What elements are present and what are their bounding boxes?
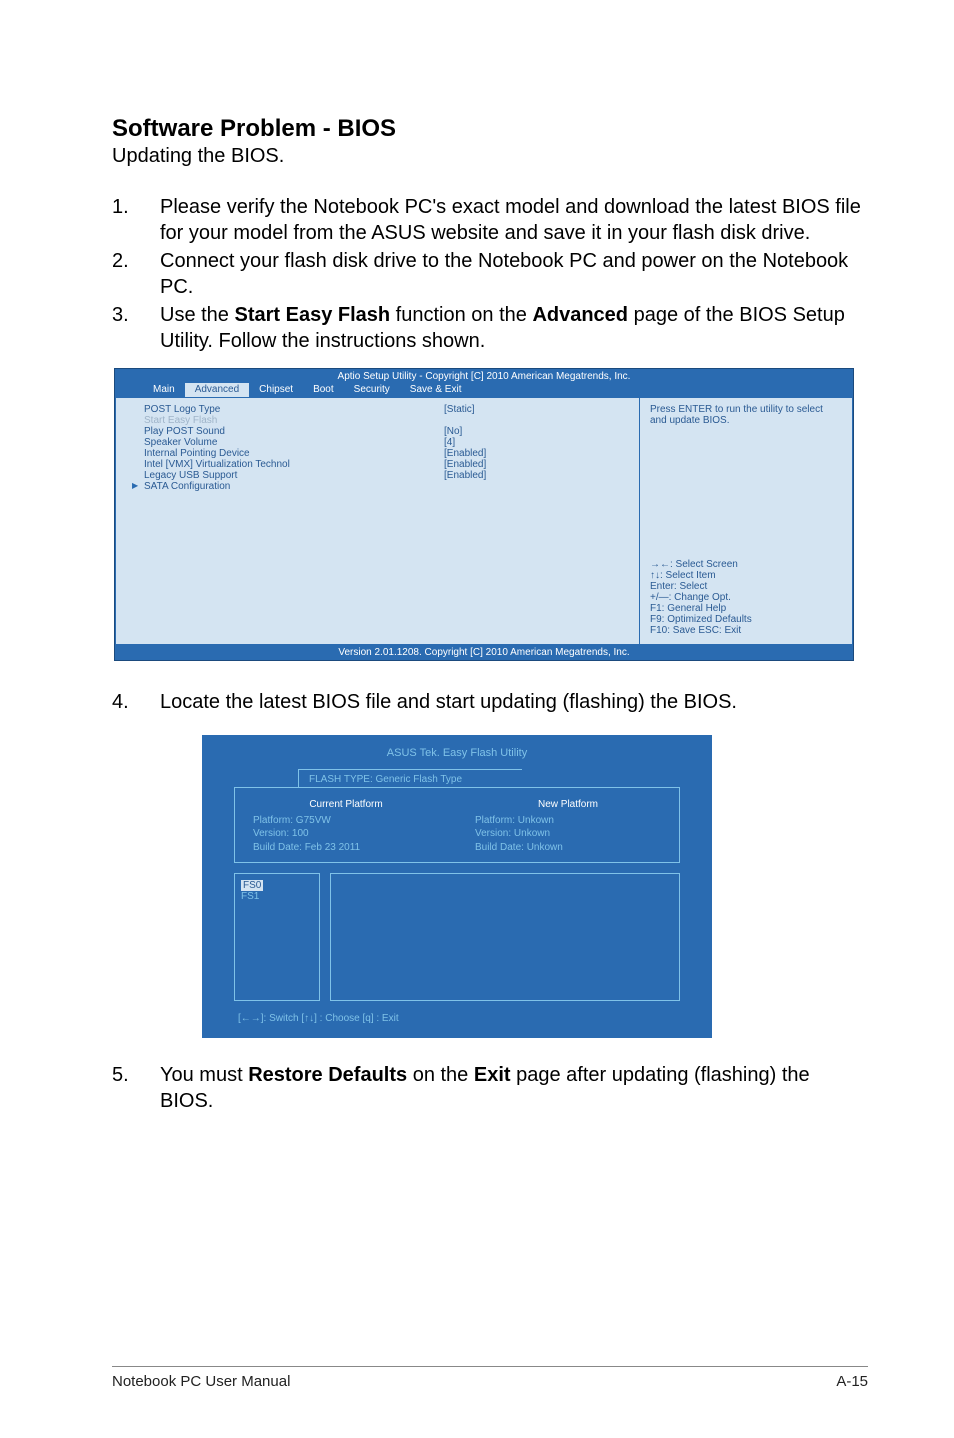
bold-fragment: Start Easy Flash [234, 304, 390, 326]
step-number: 3. [112, 302, 160, 354]
setting-value: [Enabled] [444, 459, 486, 470]
setting-value: [Static] [444, 404, 475, 415]
setting-value: [Enabled] [444, 470, 486, 481]
drive-list: FS0 FS1 [234, 873, 320, 1001]
key-hint-line: +/—: Change Opt. [650, 592, 842, 603]
key-hint-line: →←: Select Screen [650, 559, 842, 570]
bios-tab: Advanced [185, 383, 249, 397]
bios-help-panel: Press ENTER to run the utility to select… [639, 397, 853, 645]
setting-value: [No] [444, 426, 462, 437]
steps-list-continued: 4. Locate the latest BIOS file and start… [112, 689, 868, 715]
arrow-icon: ▶ [132, 481, 144, 492]
bios-tab: Main [143, 383, 185, 397]
footer-left: Notebook PC User Manual [112, 1373, 290, 1390]
step-4: 4. Locate the latest BIOS file and start… [112, 689, 868, 715]
bios-setting-row: Start Easy Flash [144, 415, 639, 426]
platform-line: Platform: G75VW [253, 814, 439, 828]
page-heading: Software Problem - BIOS [112, 115, 868, 143]
bios-setting-row: Internal Pointing Device[Enabled] [144, 448, 639, 459]
drive-item-selected: FS0 [241, 880, 263, 891]
bios-help-text: Press ENTER to run the utility to select… [650, 404, 842, 426]
step-text: You must Restore Defaults on the Exit pa… [160, 1062, 868, 1114]
text-fragment: function on the [390, 304, 532, 326]
setting-value: [Enabled] [444, 448, 486, 459]
text-fragment: You must [160, 1064, 248, 1086]
panel-header: New Platform [475, 798, 661, 812]
platform-line: Build Date: Unkown [475, 841, 661, 855]
flash-title: ASUS Tek. Easy Flash Utility [206, 739, 708, 763]
platform-line: Version: Unkown [475, 827, 661, 841]
setting-label: SATA Configuration [144, 481, 444, 492]
platform-line: Version: 100 [253, 827, 439, 841]
flash-key-hints: [←→]: Switch [↑↓] : Choose [q] : Exit [206, 1001, 708, 1034]
key-hint-line: F1: General Help [650, 603, 842, 614]
bios-setting-row: Speaker Volume[4] [144, 437, 639, 448]
bios-setting-row: Legacy USB Support[Enabled] [144, 470, 639, 481]
platform-line: Build Date: Feb 23 2011 [253, 841, 439, 855]
setting-value: [4] [444, 437, 455, 448]
platform-panels: Current Platform Platform: G75VW Version… [234, 787, 680, 863]
bios-tab: Chipset [249, 383, 303, 397]
step-2: 2. Connect your flash disk drive to the … [112, 248, 868, 300]
step-number: 1. [112, 194, 160, 246]
new-platform-panel: New Platform Platform: Unkown Version: U… [475, 798, 661, 854]
bios-tabs: MainAdvancedChipsetBootSecuritySave & Ex… [115, 383, 853, 397]
key-hint-line: F10: Save ESC: Exit [650, 625, 842, 636]
step-number: 4. [112, 689, 160, 715]
step-1: 1. Please verify the Notebook PC's exact… [112, 194, 868, 246]
bios-title: Aptio Setup Utility - Copyright [C] 2010… [115, 369, 853, 383]
setting-label: Speaker Volume [144, 437, 444, 448]
step-text: Locate the latest BIOS file and start up… [160, 689, 868, 715]
text-fragment: on the [407, 1064, 474, 1086]
bios-tab: Save & Exit [400, 383, 472, 397]
footer-right: A-15 [836, 1373, 868, 1390]
steps-list: 1. Please verify the Notebook PC's exact… [112, 194, 868, 354]
bios-tab: Security [344, 383, 400, 397]
bios-setting-row: ▶SATA Configuration [144, 481, 639, 492]
platform-line: Platform: Unkown [475, 814, 661, 828]
setting-label: Intel [VMX] Virtualization Technol [144, 459, 444, 470]
bios-footer: Version 2.01.1208. Copyright [C] 2010 Am… [115, 645, 853, 660]
key-hint-line: ↑↓: Select Item [650, 570, 842, 581]
flash-type-label: FLASH TYPE: Generic Flash Type [298, 769, 522, 787]
step-text: Use the Start Easy Flash function on the… [160, 302, 868, 354]
bios-setting-row: Play POST Sound[No] [144, 426, 639, 437]
drive-item: FS1 [241, 891, 259, 902]
easy-flash-screenshot: ASUS Tek. Easy Flash Utility FLASH TYPE:… [202, 735, 712, 1038]
setting-label: Start Easy Flash [144, 415, 444, 426]
step-text: Connect your flash disk drive to the Not… [160, 248, 868, 300]
setting-label: POST Logo Type [144, 404, 444, 415]
setting-label: Internal Pointing Device [144, 448, 444, 459]
bold-fragment: Advanced [532, 304, 628, 326]
key-hint-line: F9: Optimized Defaults [650, 614, 842, 625]
text-fragment: Use the [160, 304, 234, 326]
step-number: 2. [112, 248, 160, 300]
setting-label: Legacy USB Support [144, 470, 444, 481]
file-list-panel [330, 873, 680, 1001]
bios-setup-screenshot: Aptio Setup Utility - Copyright [C] 2010… [114, 368, 854, 661]
step-number: 5. [112, 1062, 160, 1114]
bold-fragment: Restore Defaults [248, 1064, 407, 1086]
bios-tab: Boot [303, 383, 344, 397]
setting-label: Play POST Sound [144, 426, 444, 437]
step-text: Please verify the Notebook PC's exact mo… [160, 194, 868, 246]
page-subheading: Updating the BIOS. [112, 145, 868, 168]
bold-fragment: Exit [474, 1064, 511, 1086]
bios-setting-row: Intel [VMX] Virtualization Technol[Enabl… [144, 459, 639, 470]
bios-setting-row: POST Logo Type[Static] [144, 404, 639, 415]
panel-header: Current Platform [253, 798, 439, 812]
current-platform-panel: Current Platform Platform: G75VW Version… [253, 798, 439, 854]
step-5: 5. You must Restore Defaults on the Exit… [112, 1062, 868, 1114]
file-browser: FS0 FS1 [234, 873, 680, 1001]
bios-key-hints: →←: Select Screen↑↓: Select ItemEnter: S… [650, 559, 842, 636]
steps-list-continued-2: 5. You must Restore Defaults on the Exit… [112, 1062, 868, 1114]
step-3: 3. Use the Start Easy Flash function on … [112, 302, 868, 354]
key-hint-line: Enter: Select [650, 581, 842, 592]
page-footer: Notebook PC User Manual A-15 [112, 1366, 868, 1390]
bios-settings-panel: POST Logo Type[Static]Start Easy FlashPl… [115, 397, 639, 645]
